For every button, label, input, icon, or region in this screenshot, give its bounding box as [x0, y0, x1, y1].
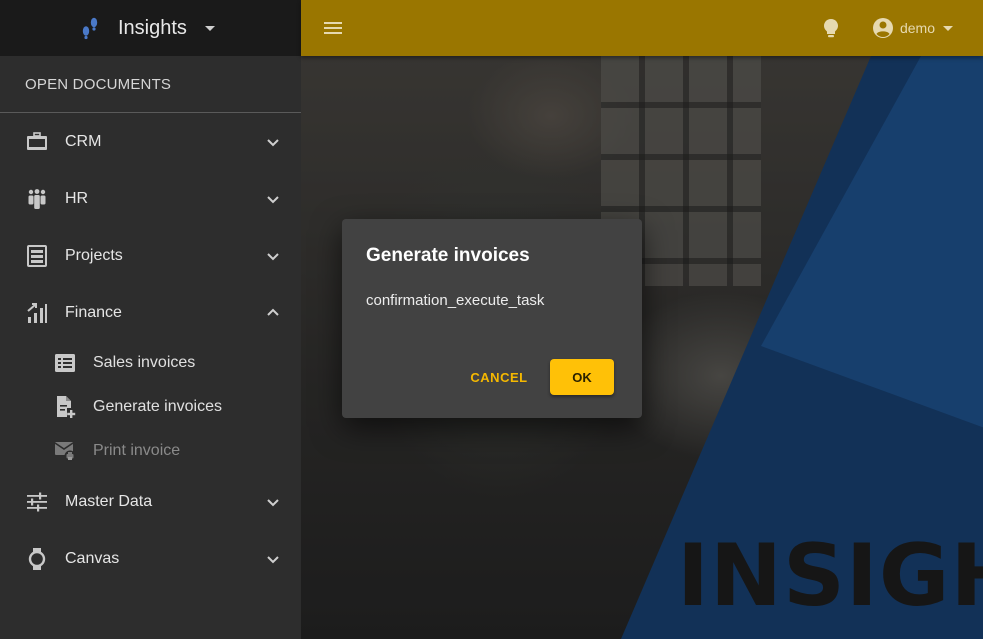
sidebar-item-canvas[interactable]: Canvas	[0, 530, 301, 587]
chevron-down-icon	[267, 498, 279, 506]
sidebar-item-label: Finance	[65, 303, 122, 321]
dialog-title: Generate invoices	[366, 245, 530, 266]
mail-print-icon	[53, 439, 77, 463]
sidebar: Insights OPEN DOCUMENTS CRM HR Projects …	[0, 0, 301, 639]
footprints-logo-icon	[82, 17, 98, 40]
sidebar-item-label: Projects	[65, 246, 123, 264]
sidebar-item-projects[interactable]: Projects	[0, 227, 301, 284]
sidebar-subitem-generate-invoices[interactable]: Generate invoices	[0, 385, 301, 429]
chevron-up-icon	[267, 308, 279, 316]
sidebar-subitem-print-invoice[interactable]: Print invoice	[0, 429, 301, 473]
chevron-down-icon	[267, 138, 279, 146]
sidebar-item-label: CRM	[65, 132, 102, 150]
sidebar-subitem-label: Sales invoices	[93, 354, 196, 371]
sidebar-subitem-label: Generate invoices	[93, 398, 222, 415]
chevron-down-icon	[204, 25, 215, 31]
briefcase-icon	[25, 130, 49, 154]
sidebar-item-hr[interactable]: HR	[0, 170, 301, 227]
sidebar-item-label: HR	[65, 189, 89, 207]
sidebar-subitem-label: Print invoice	[93, 442, 181, 459]
sidebar-item-crm[interactable]: CRM	[0, 113, 301, 170]
cancel-button[interactable]: CANCEL	[462, 359, 536, 395]
ok-button[interactable]: OK	[550, 359, 614, 395]
app-title: Insights	[118, 16, 187, 39]
app-switcher[interactable]: Insights	[0, 0, 301, 56]
projects-icon	[25, 244, 49, 268]
chevron-down-icon	[267, 195, 279, 203]
lightbulb-icon[interactable]	[820, 17, 842, 39]
menu-button[interactable]	[323, 17, 345, 39]
confirm-dialog: Generate invoices confirmation_execute_t…	[342, 219, 642, 418]
sidebar-item-label: Canvas	[65, 549, 120, 567]
finance-icon	[25, 301, 49, 325]
chevron-down-icon	[267, 555, 279, 563]
sidebar-item-label: Master Data	[65, 492, 153, 510]
chevron-down-icon	[267, 252, 279, 260]
section-title: OPEN DOCUMENTS	[0, 56, 301, 113]
file-add-icon	[53, 395, 77, 419]
account-circle-icon	[872, 18, 893, 38]
sidebar-subitem-sales-invoices[interactable]: Sales invoices	[0, 341, 301, 385]
watch-icon	[25, 547, 49, 571]
list-icon	[53, 351, 77, 375]
sidebar-item-master-data[interactable]: Master Data	[0, 473, 301, 530]
hamburger-menu-icon	[324, 22, 342, 34]
username: demo	[899, 20, 935, 36]
top-app-bar: demo	[301, 0, 983, 56]
dialog-message: confirmation_execute_task	[366, 292, 545, 309]
chevron-down-icon	[943, 25, 953, 31]
sidebar-item-finance[interactable]: Finance	[0, 284, 301, 341]
user-menu[interactable]: demo	[872, 17, 953, 39]
sliders-icon	[25, 490, 49, 514]
brand-wordmark: INSIGH	[677, 526, 983, 626]
people-icon	[25, 187, 49, 211]
